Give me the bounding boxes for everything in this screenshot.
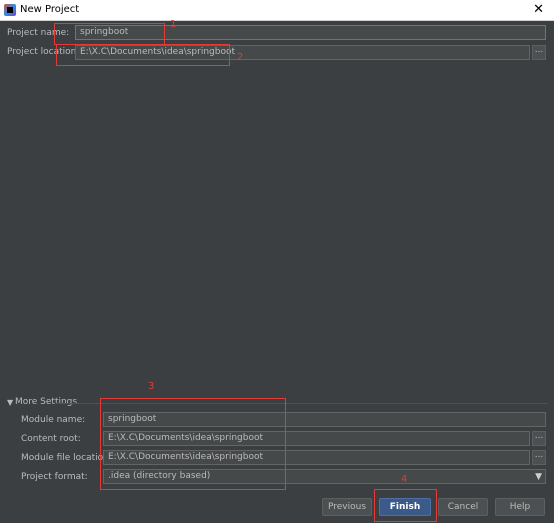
project-format-label: Project format: [21,472,88,482]
annotation-number-4: 4 [401,474,408,485]
chevron-down-icon: ▼ [535,472,542,482]
previous-button[interactable]: Previous [322,498,372,516]
finish-button[interactable]: Finish [379,498,431,516]
annotation-number-1: 1 [170,19,177,30]
title-bar: New Project ✕ [0,0,554,21]
help-button[interactable]: Help [495,498,545,516]
module-file-location-browse-button[interactable]: ... [532,450,546,465]
project-format-select[interactable]: .idea (directory based) ▼ [103,469,546,484]
module-file-location-label: Module file location: [21,453,112,463]
project-location-browse-button[interactable]: ... [532,45,546,60]
cancel-button[interactable]: Cancel [438,498,488,516]
content-root-label: Content root: [21,434,81,444]
project-name-label: Project name: [7,28,70,38]
window-title: New Project [20,4,80,15]
intellij-app-icon [4,4,16,16]
more-settings-separator [56,403,548,404]
module-name-input[interactable]: springboot [103,412,546,427]
project-name-input[interactable]: springboot [75,25,546,40]
project-location-input[interactable]: E:\X.C\Documents\idea\springboot [75,45,530,60]
close-icon[interactable]: ✕ [533,2,544,17]
annotation-number-2: 2 [237,52,244,63]
more-settings-expand-icon[interactable]: ▼ [7,398,13,407]
project-format-value: .idea (directory based) [108,471,211,481]
module-name-label: Module name: [21,415,86,425]
more-settings-header[interactable]: More Settings [15,397,77,407]
content-root-input[interactable]: E:\X.C\Documents\idea\springboot [103,431,530,446]
project-location-label: Project location: [7,47,80,57]
module-file-location-input[interactable]: E:\X.C\Documents\idea\springboot [103,450,530,465]
annotation-number-3: 3 [148,381,155,392]
content-root-browse-button[interactable]: ... [532,431,546,446]
